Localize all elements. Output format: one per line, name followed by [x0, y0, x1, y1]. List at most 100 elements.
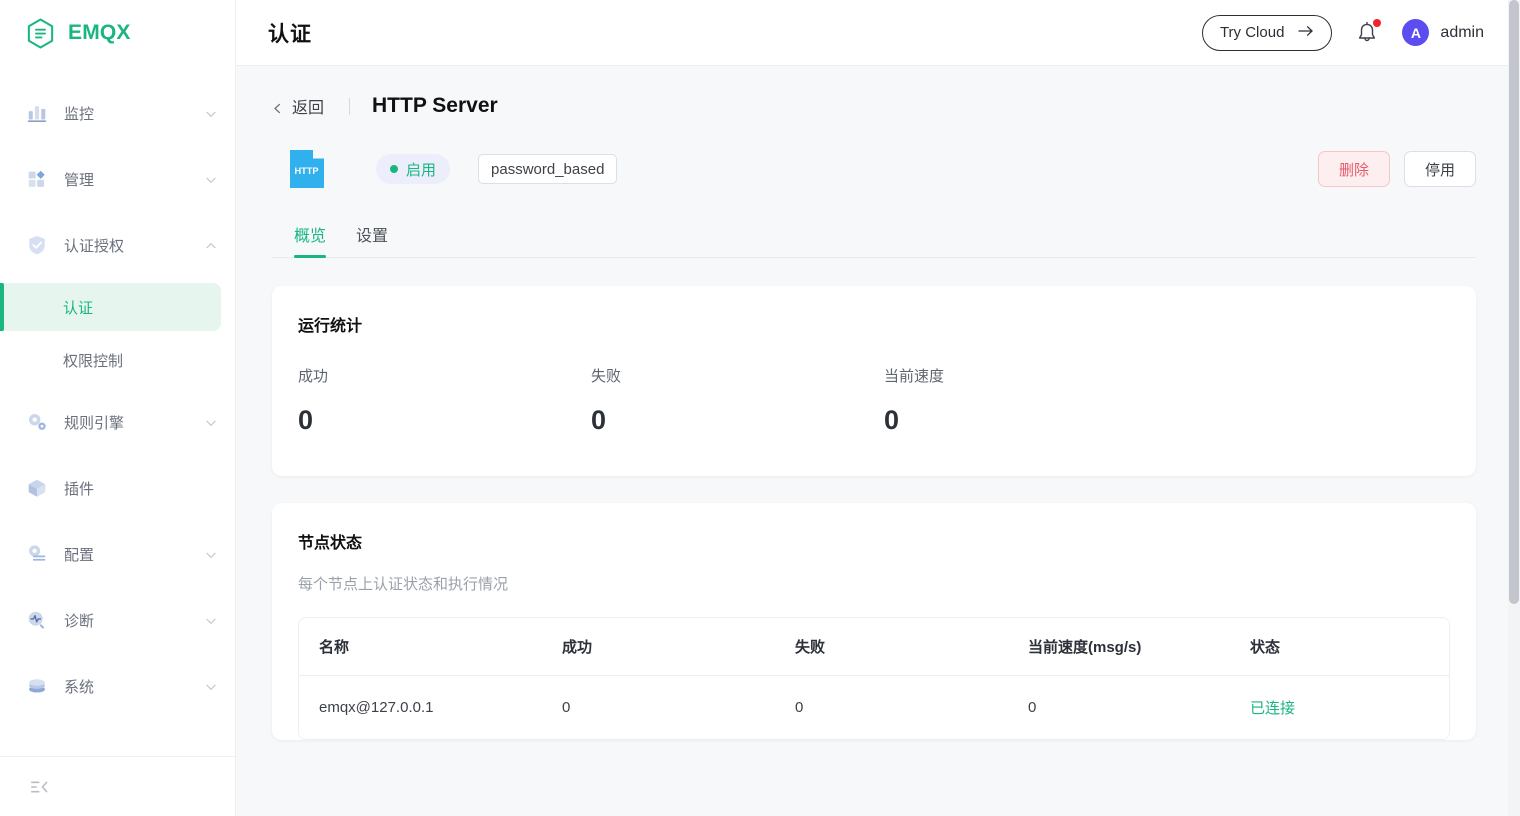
sidebar-subitem-label: 认证 — [63, 299, 94, 317]
collapse-sidebar-icon[interactable] — [28, 776, 50, 798]
sidebar-item-auth[interactable]: 认证授权 — [0, 212, 235, 278]
diagnose-pulse-icon — [24, 607, 50, 633]
cell-status: 已连接 — [1230, 675, 1449, 739]
brand-header[interactable]: EMQX — [0, 0, 235, 66]
system-stack-icon — [24, 673, 50, 699]
sidebar-item-plugins[interactable]: 插件 — [0, 455, 235, 521]
chevron-up-icon — [205, 239, 217, 251]
cube-icon — [24, 475, 50, 501]
notification-unread-dot — [1373, 18, 1382, 27]
config-gear-list-icon — [24, 541, 50, 567]
sidebar-item-label: 配置 — [64, 546, 95, 564]
emqx-dashboard: EMQX 监控 管理 认证授权 认证 权限控制 规则引擎 插件 配置 诊断 系统… — [0, 0, 1520, 816]
status-label: 启用 — [406, 161, 437, 179]
node-status-title: 节点状态 — [298, 535, 363, 552]
emqx-hexagon-logo — [24, 17, 57, 50]
table-header-row: 名称 成功 失败 当前速度(msg/s) 状态 — [299, 618, 1449, 676]
cell-failure: 0 — [775, 675, 1008, 739]
back-button[interactable]: 返回 — [272, 94, 324, 118]
chevron-down-icon — [205, 416, 217, 428]
stat-success: 成功 0 — [298, 365, 591, 436]
user-name: admin — [1440, 23, 1484, 41]
user-menu[interactable]: A admin — [1402, 19, 1484, 46]
run-stats-title: 运行统计 — [298, 318, 363, 335]
sidebar-item-label: 管理 — [64, 171, 95, 189]
page-title: 认证 — [268, 22, 312, 46]
sidebar-item-label: 插件 — [64, 480, 95, 498]
management-blocks-icon — [24, 166, 50, 192]
cell-rate: 0 — [1008, 675, 1230, 739]
try-cloud-button[interactable]: Try Cloud — [1201, 14, 1333, 51]
stop-button[interactable]: 停用 — [1403, 151, 1476, 187]
sidebar-subitem-authorization[interactable]: 权限控制 — [0, 336, 221, 384]
sidebar-item-management[interactable]: 管理 — [0, 146, 235, 212]
column-header-status: 状态 — [1230, 618, 1449, 676]
sidebar-subitem-authentication[interactable]: 认证 — [0, 283, 221, 331]
run-stats-card: 运行统计 成功 0 失败 0 当前速度 0 — [272, 286, 1476, 476]
table-row: emqx@127.0.0.1 0 0 0 已连接 — [299, 675, 1449, 739]
run-stats-list: 成功 0 失败 0 当前速度 0 — [298, 365, 1450, 476]
topbar-actions: Try Cloud A admin — [1201, 14, 1484, 51]
stat-failure: 失败 0 — [591, 365, 884, 436]
breadcrumb-separator — [349, 97, 351, 115]
stat-value: 0 — [884, 405, 900, 435]
back-label: 返回 — [292, 100, 325, 117]
monitor-chart-icon — [24, 100, 50, 126]
node-status-table: 名称 成功 失败 当前速度(msg/s) 状态 emqx@127.0.0.1 0 — [298, 617, 1450, 740]
page-scrollbar-thumb[interactable] — [1509, 0, 1519, 604]
sidebar: EMQX 监控 管理 认证授权 认证 权限控制 规则引擎 插件 配置 诊断 系统 — [0, 0, 236, 816]
notification-bell-button[interactable] — [1354, 18, 1382, 46]
chevron-down-icon — [205, 107, 217, 119]
sidebar-nav: 监控 管理 认证授权 认证 权限控制 规则引擎 插件 配置 诊断 系统 — [0, 66, 235, 756]
sidebar-subitem-label: 权限控制 — [63, 352, 124, 370]
chevron-down-icon — [205, 173, 217, 185]
chevron-left-icon — [272, 101, 283, 113]
chevron-down-icon — [205, 614, 217, 626]
status-badge: 启用 — [376, 154, 451, 184]
sidebar-item-monitor[interactable]: 监控 — [0, 80, 235, 146]
gears-icon — [24, 409, 50, 435]
sidebar-item-label: 监控 — [64, 105, 95, 123]
sidebar-item-system[interactable]: 系统 — [0, 653, 235, 719]
try-cloud-label: Try Cloud — [1219, 24, 1285, 41]
sidebar-item-label: 诊断 — [64, 612, 95, 630]
tab-overview[interactable]: 概览 — [294, 222, 327, 258]
topbar: 认证 Try Cloud A admin — [236, 0, 1520, 66]
main-area: 认证 Try Cloud A admin 返回 HTTP Server HTTP… — [236, 0, 1520, 816]
resource-actions: 删除 停用 — [1317, 151, 1476, 187]
sidebar-item-label: 认证授权 — [64, 237, 125, 255]
breadcrumb: 返回 HTTP Server — [272, 66, 1476, 132]
status-dot-icon — [390, 165, 398, 173]
sidebar-item-config[interactable]: 配置 — [0, 521, 235, 587]
resource-meta-row: HTTP 启用 password_based 删除 停用 — [272, 132, 1476, 206]
cell-success: 0 — [542, 675, 775, 739]
svg-text:HTTP: HTTP — [295, 166, 319, 176]
stat-value: 0 — [298, 405, 314, 435]
stat-rate: 当前速度 0 — [884, 365, 1177, 436]
avatar: A — [1402, 19, 1430, 46]
tab-bar: 概览 设置 — [272, 206, 1476, 258]
sidebar-item-label: 规则引擎 — [64, 414, 125, 432]
node-status-card: 节点状态 每个节点上认证状态和执行情况 名称 成功 失败 当前速度(msg/s)… — [272, 503, 1476, 740]
chevron-down-icon — [205, 548, 217, 560]
brand-name: EMQX — [68, 21, 131, 44]
shield-check-icon — [24, 232, 50, 258]
delete-button[interactable]: 删除 — [1317, 151, 1390, 187]
stat-label: 成功 — [298, 368, 329, 385]
chevron-down-icon — [205, 680, 217, 692]
column-header-failure: 失败 — [775, 618, 1008, 676]
stat-value: 0 — [591, 405, 607, 435]
sidebar-item-diagnose[interactable]: 诊断 — [0, 587, 235, 653]
page-scrollbar[interactable] — [1508, 0, 1520, 816]
stat-label: 当前速度 — [884, 368, 945, 385]
http-file-icon: HTTP — [290, 150, 324, 188]
tab-settings[interactable]: 设置 — [356, 222, 388, 257]
sidebar-item-rule-engine[interactable]: 规则引擎 — [0, 389, 235, 455]
column-header-name: 名称 — [299, 618, 542, 676]
auth-type-tag: password_based — [478, 154, 618, 184]
node-status-subtitle: 每个节点上认证状态和执行情况 — [298, 576, 509, 593]
content-area: 返回 HTTP Server HTTP 启用 password_based 删除… — [236, 66, 1520, 816]
detail-title: HTTP Server — [372, 94, 498, 117]
stat-label: 失败 — [591, 368, 622, 385]
column-header-rate: 当前速度(msg/s) — [1008, 618, 1230, 676]
